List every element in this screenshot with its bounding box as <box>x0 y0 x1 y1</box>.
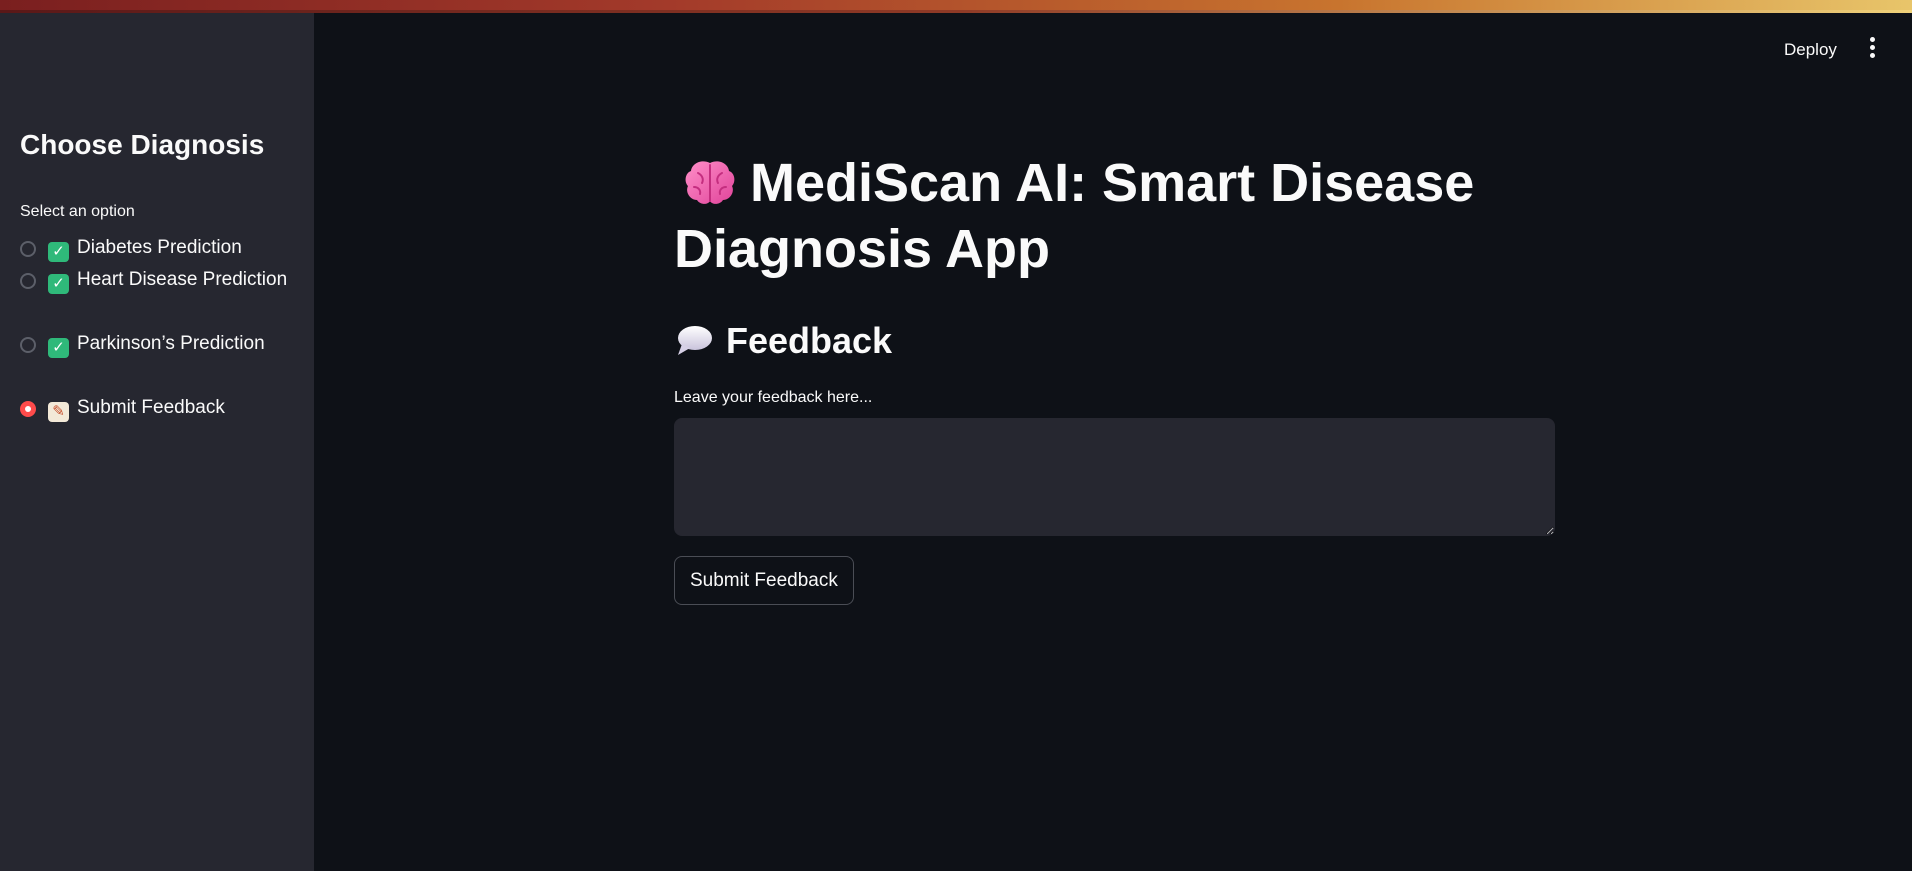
brain-icon <box>685 161 735 204</box>
radio-option-submit-feedback[interactable]: ✎ Submit Feedback <box>20 396 310 424</box>
radio-option-parkinsons[interactable]: ✓ Parkinson’s Prediction <box>20 332 310 360</box>
radio-button[interactable] <box>20 273 36 289</box>
page-title-text: MediScan AI: Smart Disease Diagnosis App <box>674 153 1475 279</box>
radio-option-label: Parkinson’s Prediction <box>77 333 265 354</box>
radio-option-label: Submit Feedback <box>77 397 225 418</box>
radio-option-label: Diabetes Prediction <box>77 237 242 258</box>
radio-option-label: Heart Disease Prediction <box>77 269 288 290</box>
radio-option-diabetes[interactable]: ✓ Diabetes Prediction <box>20 236 310 264</box>
section-heading: Feedback <box>674 318 892 364</box>
radio-button[interactable] <box>20 337 36 353</box>
feedback-textarea-label: Leave your feedback here... <box>674 389 873 406</box>
sidebar-title: Choose Diagnosis <box>20 129 265 160</box>
check-mark-icon: ✓ <box>48 242 69 262</box>
sidebar: Choose Diagnosis Select an option ✓ Diabe… <box>0 13 314 871</box>
kebab-menu-icon[interactable] <box>1867 37 1877 61</box>
check-mark-icon: ✓ <box>48 274 69 294</box>
check-mark-icon: ✓ <box>48 338 69 358</box>
radio-button-selected[interactable] <box>20 401 36 417</box>
page-title: MediScan AI: Smart Disease Diagnosis App <box>674 150 1574 282</box>
submit-feedback-button[interactable]: Submit Feedback <box>674 556 854 605</box>
feedback-textarea[interactable] <box>674 418 1555 536</box>
memo-icon: ✎ <box>48 402 69 422</box>
section-heading-text: Feedback <box>726 320 893 361</box>
header-decoration-stripe <box>0 0 1912 13</box>
radio-button[interactable] <box>20 241 36 257</box>
radio-option-heart-disease[interactable]: ✓ Heart Disease Prediction <box>20 268 310 296</box>
radio-group-label: Select an option <box>20 203 135 220</box>
deploy-button[interactable]: Deploy <box>1776 36 1845 64</box>
speech-bubble-icon <box>678 326 712 355</box>
